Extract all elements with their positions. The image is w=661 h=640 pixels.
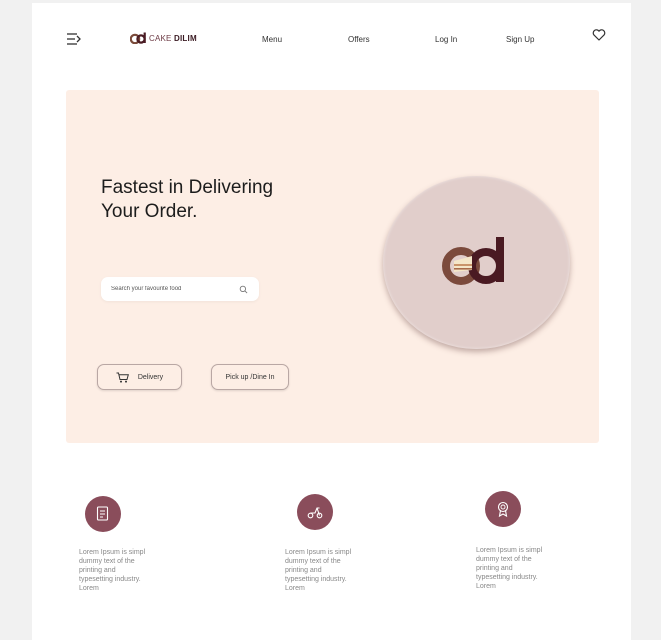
feature-badge <box>297 494 333 530</box>
nav-menu[interactable]: Menu <box>262 35 282 44</box>
hero-logo-circle <box>383 176 570 349</box>
hero-headline: Fastest in Delivering Your Order. <box>101 177 274 222</box>
feature-text-1: Lorem Ipsum is simpl dummy text of the p… <box>79 549 146 592</box>
award-icon <box>497 501 509 518</box>
brand-name: CAKE DILIM <box>149 33 197 43</box>
search-input[interactable] <box>111 282 231 296</box>
nav-offers[interactable]: Offers <box>348 35 370 44</box>
pickup-label: Pick up /Dine In <box>225 373 275 381</box>
feature-badge <box>85 496 121 532</box>
search-box[interactable] <box>101 277 259 301</box>
heart-icon[interactable] <box>592 28 606 42</box>
receipt-icon <box>96 506 109 521</box>
pickup-button[interactable]: Pick up /Dine In <box>211 364 289 390</box>
feature-text-3: Lorem Ipsum is simpl dummy text of the p… <box>476 547 543 590</box>
delivery-button[interactable]: Delivery <box>97 364 182 390</box>
brand-logo[interactable]: CAKE DILIM <box>130 32 197 44</box>
delivery-label: Delivery <box>137 373 164 381</box>
nav-signup[interactable]: Sign Up <box>506 35 534 44</box>
feature-badge <box>485 491 521 527</box>
search-icon[interactable] <box>239 285 248 294</box>
page: CAKE DILIM Menu Offers Log In Sign Up Fa… <box>32 3 631 640</box>
menu-toggle-icon[interactable] <box>66 31 82 47</box>
feature-text-2: Lorem Ipsum is simpl dummy text of the p… <box>285 549 352 592</box>
cake-logo-icon <box>442 237 504 285</box>
cart-icon <box>116 372 129 383</box>
brand-mark-icon <box>130 32 146 44</box>
scooter-icon <box>307 507 323 519</box>
hero-section: Fastest in Delivering Your Order. Delive… <box>66 90 599 443</box>
nav-login[interactable]: Log In <box>435 35 457 44</box>
